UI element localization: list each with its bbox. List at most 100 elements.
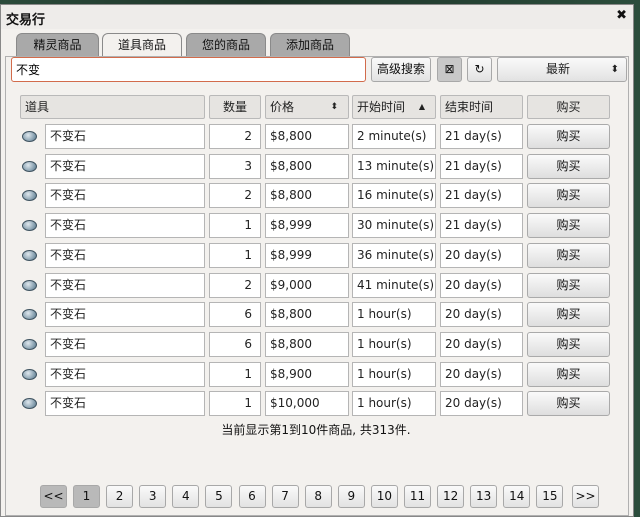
header-end-label: 结束时间 xyxy=(445,100,494,114)
item-name-cell: 不变石 xyxy=(45,243,205,268)
select-arrow-icon: ⬍ xyxy=(610,64,619,75)
item-start-cell: 41 minute(s) xyxy=(352,273,436,298)
page-button-9[interactable]: 9 xyxy=(337,485,365,508)
item-gem-icon xyxy=(22,131,37,142)
search-input[interactable] xyxy=(11,57,366,82)
advanced-search-button[interactable]: 高级搜索 xyxy=(371,57,431,82)
page-button-1[interactable]: 1 xyxy=(73,485,100,508)
item-qty-cell: 1 xyxy=(209,243,261,268)
item-name-cell: 不变石 xyxy=(45,213,205,238)
sort-both-icon: ⬍ xyxy=(330,102,338,112)
page-button-6[interactable]: 6 xyxy=(238,485,266,508)
page-button-11[interactable]: 11 xyxy=(404,485,431,508)
item-start-cell: 1 hour(s) xyxy=(352,302,436,327)
page-button-15[interactable]: 15 xyxy=(536,485,564,508)
item-gem-icon xyxy=(22,161,37,172)
item-price-cell: $8,900 xyxy=(265,362,349,387)
buy-button[interactable]: 购买 xyxy=(527,213,610,238)
buy-button[interactable]: 购买 xyxy=(527,391,610,416)
item-name-cell: 不变石 xyxy=(45,332,205,357)
page-button-4[interactable]: 4 xyxy=(172,485,200,508)
buy-button[interactable]: 购买 xyxy=(527,362,610,387)
item-gem-icon xyxy=(22,309,37,320)
tab-my-items[interactable]: 您的商品 xyxy=(186,33,266,57)
item-end-cell: 20 day(s) xyxy=(440,302,523,327)
buy-button[interactable]: 购买 xyxy=(527,243,610,268)
sort-asc-icon: ▲ xyxy=(418,102,425,111)
item-end-cell: 21 day(s) xyxy=(440,124,523,149)
item-qty-cell: 6 xyxy=(209,332,261,357)
tab-items[interactable]: 道具商品 xyxy=(102,33,182,58)
item-gem-icon xyxy=(22,339,37,350)
item-name-cell: 不变石 xyxy=(45,302,205,327)
page-button-10[interactable]: 10 xyxy=(370,485,398,508)
item-name-cell: 不变石 xyxy=(45,391,205,416)
page-button-2[interactable]: 2 xyxy=(106,485,134,508)
item-qty-cell: 2 xyxy=(209,183,261,208)
item-price-cell: $8,800 xyxy=(265,183,349,208)
buy-button[interactable]: 购买 xyxy=(527,154,610,179)
header-item[interactable]: 道具 xyxy=(20,95,205,119)
item-end-cell: 20 day(s) xyxy=(440,391,523,416)
page-button-7[interactable]: 7 xyxy=(271,485,299,508)
tab-pets[interactable]: 精灵商品 xyxy=(16,33,99,57)
item-price-cell: $8,800 xyxy=(265,332,349,357)
header-item-label: 道具 xyxy=(25,100,50,114)
title-bar[interactable]: 交易行 ✖ xyxy=(1,5,633,29)
item-price-cell: $8,800 xyxy=(265,154,349,179)
buy-button[interactable]: 购买 xyxy=(527,302,610,327)
page-prev-button[interactable]: << xyxy=(40,485,67,508)
item-start-cell: 36 minute(s) xyxy=(352,243,436,268)
item-name-cell: 不变石 xyxy=(45,183,205,208)
item-end-cell: 20 day(s) xyxy=(440,273,523,298)
header-qty[interactable]: 数量 xyxy=(209,95,261,119)
buy-button[interactable]: 购买 xyxy=(527,273,610,298)
item-qty-cell: 3 xyxy=(209,154,261,179)
header-buy: 购买 xyxy=(527,95,610,119)
header-buy-label: 购买 xyxy=(556,100,581,114)
page-next-button[interactable]: >> xyxy=(572,485,599,508)
item-price-cell: $8,999 xyxy=(265,213,349,238)
clear-search-icon[interactable]: ⊠ xyxy=(437,57,462,82)
item-start-cell: 1 hour(s) xyxy=(352,391,436,416)
close-icon[interactable]: ✖ xyxy=(616,8,627,23)
item-qty-cell: 6 xyxy=(209,302,261,327)
header-start-label: 开始时间 xyxy=(357,100,406,114)
buy-button[interactable]: 购买 xyxy=(527,183,610,208)
page-button-8[interactable]: 8 xyxy=(304,485,332,508)
header-price-label: 价格 xyxy=(270,100,295,114)
buy-button[interactable]: 购买 xyxy=(527,124,610,149)
item-start-cell: 1 hour(s) xyxy=(352,362,436,387)
page-button-14[interactable]: 14 xyxy=(503,485,531,508)
buy-button[interactable]: 购买 xyxy=(527,332,610,357)
header-end-time[interactable]: 结束时间 xyxy=(440,95,523,119)
item-end-cell: 20 day(s) xyxy=(440,243,523,268)
item-start-cell: 1 hour(s) xyxy=(352,332,436,357)
item-gem-icon xyxy=(22,220,37,231)
refresh-icon[interactable]: ↻ xyxy=(467,57,492,82)
item-price-cell: $8,999 xyxy=(265,243,349,268)
status-text: 当前显示第1到10件商品, 共313件. xyxy=(221,423,411,437)
page-button-3[interactable]: 3 xyxy=(139,485,167,508)
page-button-12[interactable]: 12 xyxy=(437,485,465,508)
item-end-cell: 21 day(s) xyxy=(440,183,523,208)
tab-add-item[interactable]: 添加商品 xyxy=(270,33,350,57)
header-price[interactable]: 价格 ⬍ xyxy=(265,95,349,119)
item-start-cell: 30 minute(s) xyxy=(352,213,436,238)
item-price-cell: $10,000 xyxy=(265,391,349,416)
item-end-cell: 20 day(s) xyxy=(440,362,523,387)
item-qty-cell: 2 xyxy=(209,273,261,298)
page-button-5[interactable]: 5 xyxy=(205,485,233,508)
item-gem-icon xyxy=(22,398,37,409)
item-gem-icon xyxy=(22,369,37,380)
item-name-cell: 不变石 xyxy=(45,273,205,298)
item-start-cell: 13 minute(s) xyxy=(352,154,436,179)
item-end-cell: 21 day(s) xyxy=(440,213,523,238)
item-name-cell: 不变石 xyxy=(45,362,205,387)
header-start-time[interactable]: 开始时间 ▲ xyxy=(352,95,436,119)
page-button-13[interactable]: 13 xyxy=(470,485,498,508)
item-price-cell: $9,000 xyxy=(265,273,349,298)
item-name-cell: 不变石 xyxy=(45,124,205,149)
sort-select[interactable]: 最新 ⬍ xyxy=(497,57,627,82)
sort-select-value: 最新 xyxy=(546,62,571,76)
